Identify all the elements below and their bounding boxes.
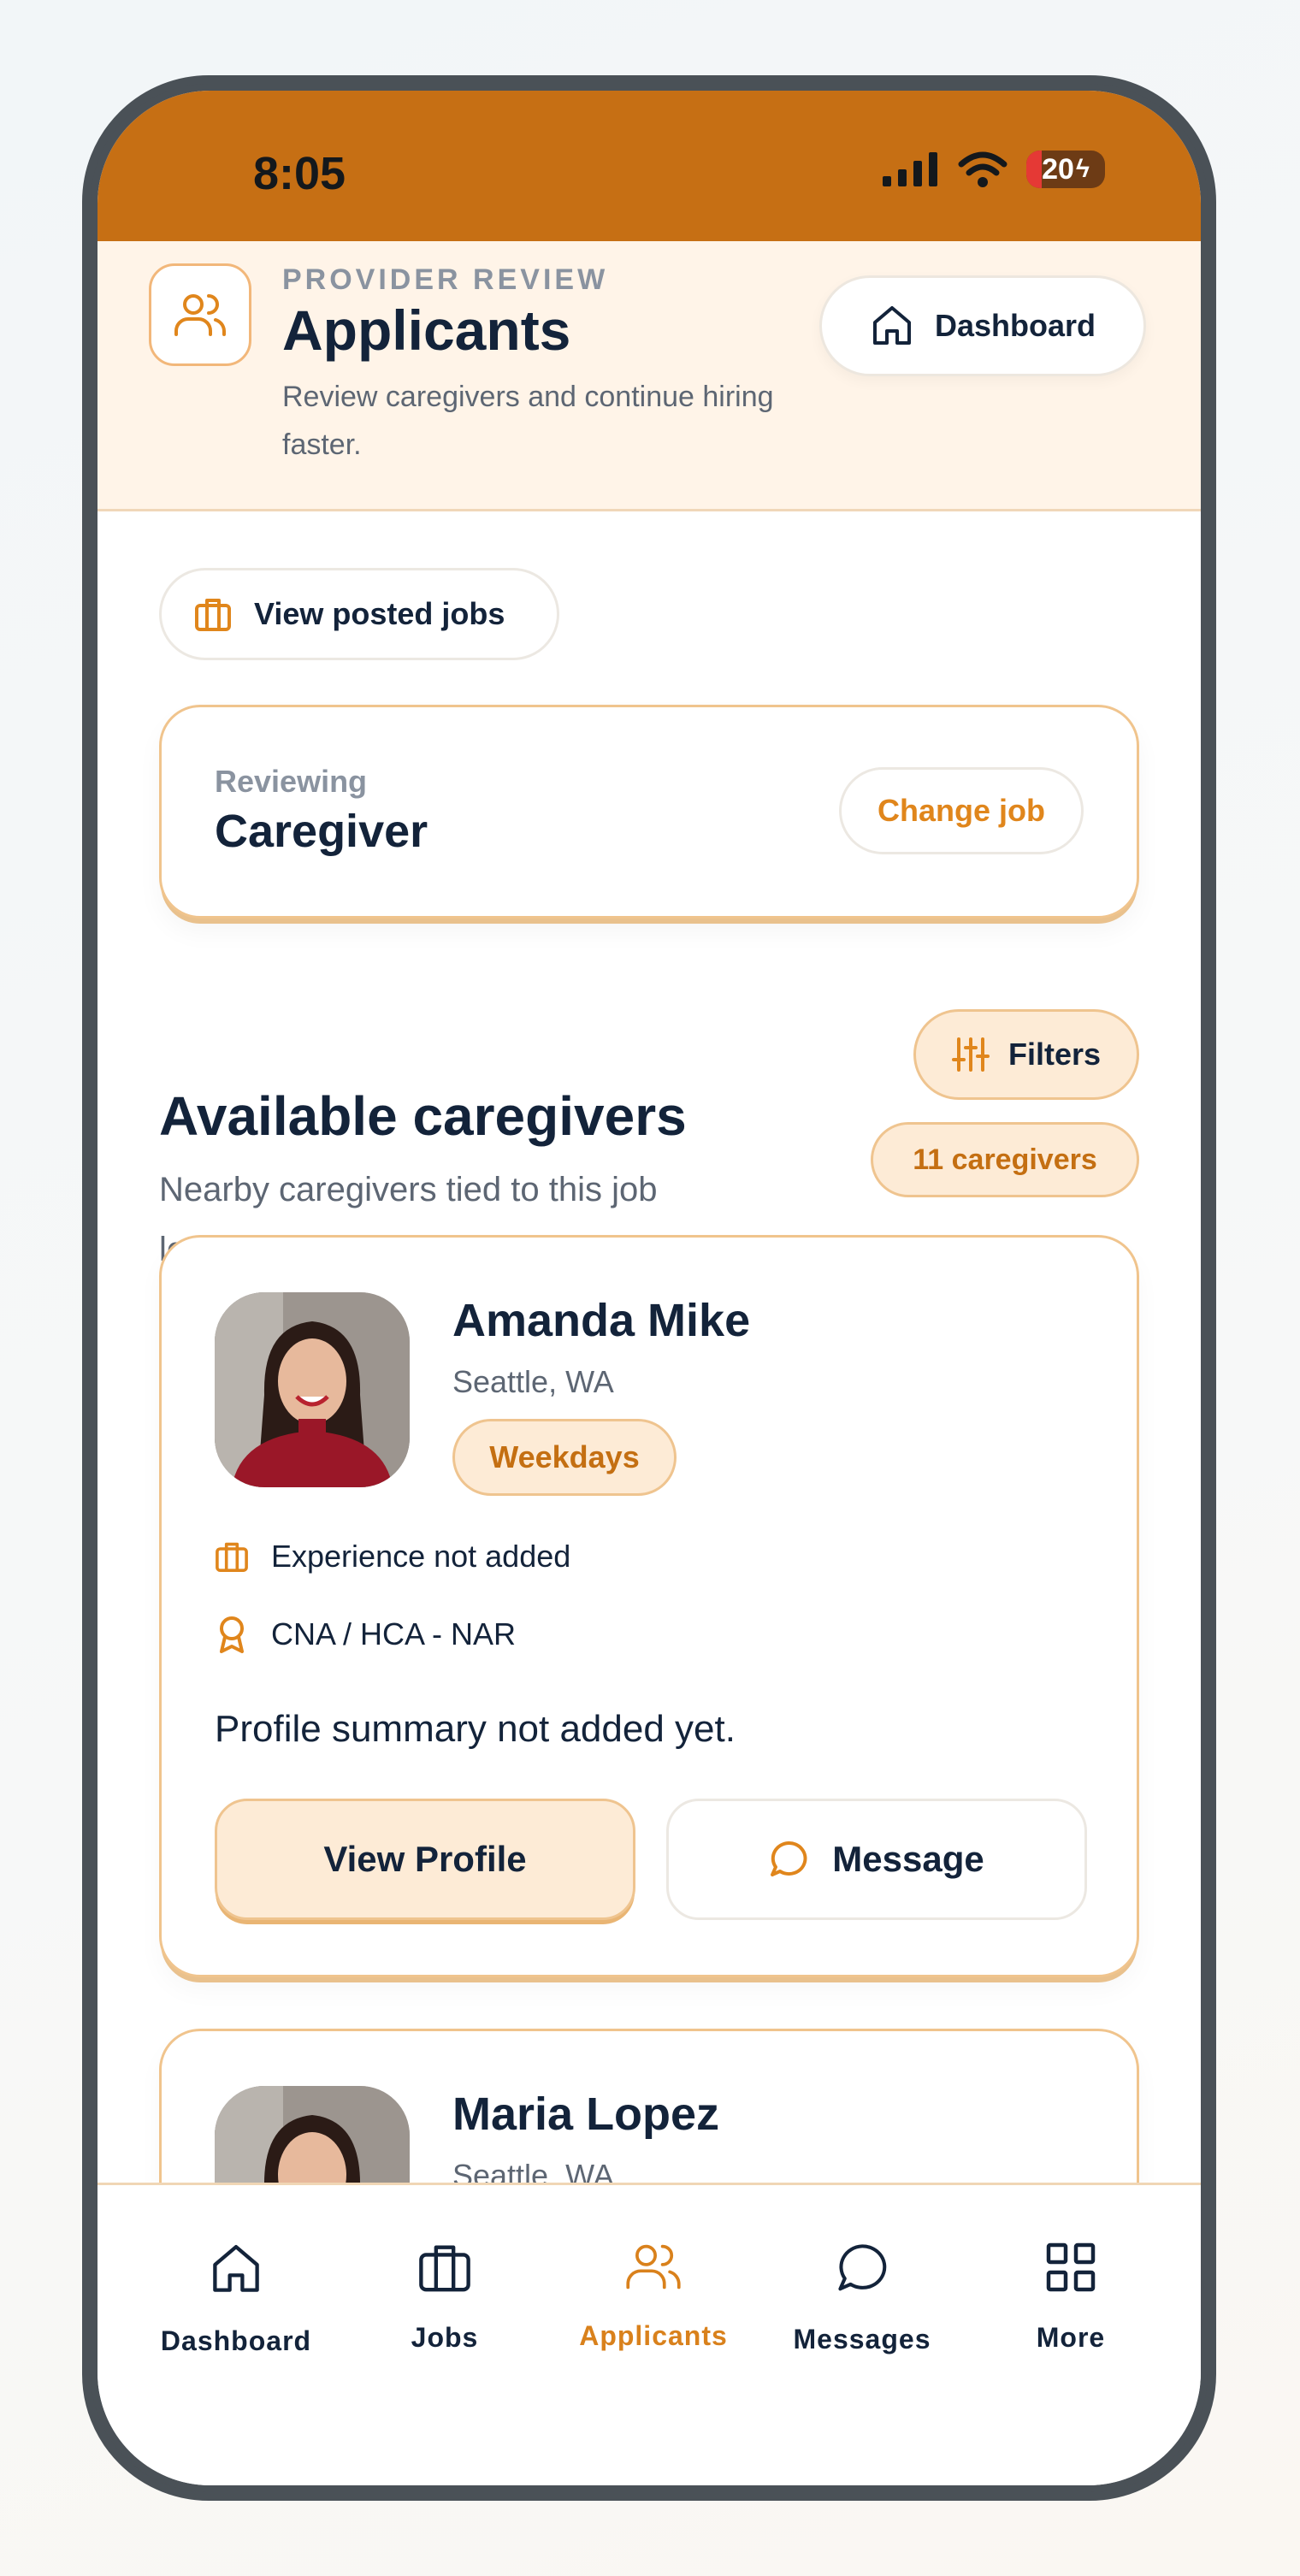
status-icons: 20 ϟ [883,151,1105,188]
header-eyebrow: PROVIDER REVIEW [282,263,609,296]
wifi-icon [958,151,1008,187]
change-job-button[interactable]: Change job [839,767,1084,854]
battery-label: 20 [1042,152,1074,186]
profile-summary: Profile summary not added yet. [215,1708,736,1750]
caregiver-card[interactable]: Amanda Mike Seattle, WA Weekdays Experie… [159,1235,1139,1977]
view-posted-jobs-button[interactable]: View posted jobs [159,568,559,660]
tab-label: Messages [793,2324,931,2354]
caregiver-location: Seattle, WA [452,1364,614,1399]
experience-row: Experience not added [215,1539,570,1575]
availability-badge: Weekdays [452,1419,677,1496]
app-screen: 8:05 20 ϟ PROVIDER REVIEW Applicants Rev… [98,91,1201,2485]
tab-applicants[interactable]: Applicants [559,2242,748,2352]
battery-fill [1026,151,1043,188]
tab-label: Jobs [411,2322,479,2353]
caregiver-name: Amanda Mike [452,1295,751,1346]
home-icon [872,306,911,345]
tab-more[interactable]: More [977,2242,1165,2354]
home-icon [213,2245,259,2292]
briefcase-icon [216,1542,248,1572]
status-bar: 8:05 20 ϟ [98,91,1201,241]
tab-label: More [1036,2322,1106,2353]
award-ribbon-icon [220,1616,244,1653]
tab-label: Applicants [579,2320,728,2351]
page-subtitle: Review caregivers and continue hiring fa… [282,381,774,461]
experience-text: Experience not added [271,1539,571,1574]
message-button[interactable]: Message [666,1799,1087,1920]
page-title: Applicants [282,298,571,362]
battery-indicator: 20 ϟ [1026,151,1105,188]
phone-frame: 8:05 20 ϟ PROVIDER REVIEW Applicants Rev… [82,75,1216,2501]
view-posted-jobs-label: View posted jobs [254,596,505,631]
reviewing-label: Reviewing [215,764,368,799]
cellular-signal-icon [883,152,937,186]
users-icon [626,2244,681,2289]
sliders-icon [951,1037,990,1072]
filters-label: Filters [1008,1037,1102,1072]
charging-bolt-icon: ϟ [1075,155,1090,183]
status-time: 8:05 [253,148,346,199]
tab-label: Dashboard [160,2325,312,2356]
certification-text: CNA / HCA - NAR [271,1616,517,1651]
chat-bubble-icon [771,1840,807,1876]
users-icon [149,263,251,366]
reviewing-job-card: Reviewing Caregiver Change job [159,705,1139,919]
chat-bubble-icon [838,2244,887,2291]
reviewing-job-title: Caregiver [215,806,428,857]
certification-row: CNA / HCA - NAR [215,1616,516,1653]
avatar [215,1292,410,1487]
dashboard-button[interactable]: Dashboard [819,275,1146,376]
tab-dashboard[interactable]: Dashboard [142,2242,330,2357]
caregiver-name: Maria Lopez [452,2089,720,2140]
grid-icon [1046,2242,1096,2292]
section-title: Available caregivers [159,1085,687,1147]
briefcase-icon [419,2245,470,2292]
filters-button[interactable]: Filters [913,1009,1139,1100]
bottom-tab-bar: Dashboard Jobs Applicants Messages More [98,2183,1201,2485]
caregiver-count-badge: 11 caregivers [871,1122,1139,1197]
dashboard-button-label: Dashboard [934,308,1096,343]
view-profile-button[interactable]: View Profile [215,1799,635,1920]
tab-messages[interactable]: Messages [768,2242,956,2355]
message-button-label: Message [832,1839,984,1879]
page-header: PROVIDER REVIEW Applicants Review caregi… [98,241,1201,511]
tab-jobs[interactable]: Jobs [351,2242,539,2354]
briefcase-icon [195,599,231,631]
